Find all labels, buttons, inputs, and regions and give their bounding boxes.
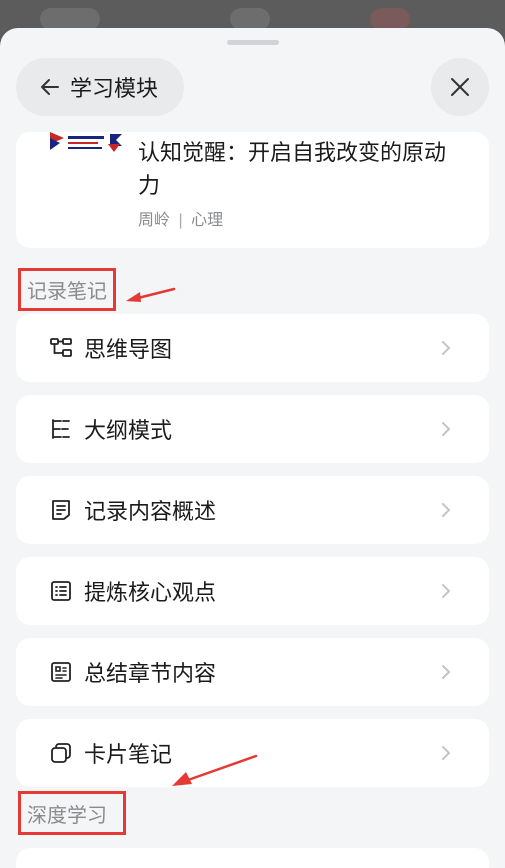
menu-item-label: 思维导图 [84,337,173,362]
section-deep-learning-text: 深度学习 [27,804,107,827]
menu-item-label: 记录内容概述 [84,499,217,524]
chevron-right-icon [442,584,451,598]
document-icon [52,500,70,520]
menu-item-label: 卡片笔记 [84,742,173,767]
chevron-right-icon [442,422,451,436]
background-element [370,8,410,30]
cards-icon [51,743,71,763]
background-element [230,8,270,30]
close-icon [451,78,469,96]
menu-item-outline[interactable]: 大纲模式 [16,395,489,463]
annotation-arrow [126,287,176,302]
menu-item-content-overview[interactable]: 记录内容概述 [16,476,489,544]
list-icon [51,581,71,601]
drag-handle[interactable] [227,40,279,45]
menu-item-mindmap[interactable]: 思维导图 [16,314,489,382]
menu-item-chapter-summary[interactable]: 总结章节内容 [16,638,489,706]
chevron-right-icon [442,503,451,517]
background-element [40,8,100,30]
back-button[interactable]: 学习模块 [16,58,184,116]
bottom-sheet: 学习模块 认知觉醒：开启自我改变的原动力 周岭 | 心理 记录笔记 思维导图 大… [0,28,505,868]
section-notes-text: 记录笔记 [27,281,107,303]
outline-icon [52,419,70,439]
book-card[interactable]: 认知觉醒：开启自我改变的原动力 周岭 | 心理 [16,132,489,248]
close-button[interactable] [431,58,489,116]
chevron-right-icon [442,665,451,679]
mindmap-icon [50,338,72,357]
book-cover [50,132,122,154]
summary-icon [51,662,71,682]
annotation-arrow [172,754,258,786]
next-section-card[interactable] [16,848,489,868]
menu-item-label: 总结章节内容 [84,661,217,686]
menu-item-label: 提炼核心观点 [84,580,217,605]
book-meta: 周岭 | 心理 [138,206,223,230]
menu-item-label: 大纲模式 [84,418,173,443]
meta-separator: | [178,212,183,229]
section-deep-learning-label: 深度学习 [18,791,126,835]
back-button-label: 学习模块 [70,76,159,101]
back-arrow-icon [41,79,59,95]
menu-item-core-points[interactable]: 提炼核心观点 [16,557,489,625]
chevron-right-icon [442,746,451,760]
book-author: 周岭 [138,212,171,229]
book-title: 认知觉醒：开启自我改变的原动力 [138,140,447,198]
chevron-right-icon [442,341,451,355]
section-notes-label: 记录笔记 [18,268,116,311]
book-category: 心理 [191,212,224,229]
